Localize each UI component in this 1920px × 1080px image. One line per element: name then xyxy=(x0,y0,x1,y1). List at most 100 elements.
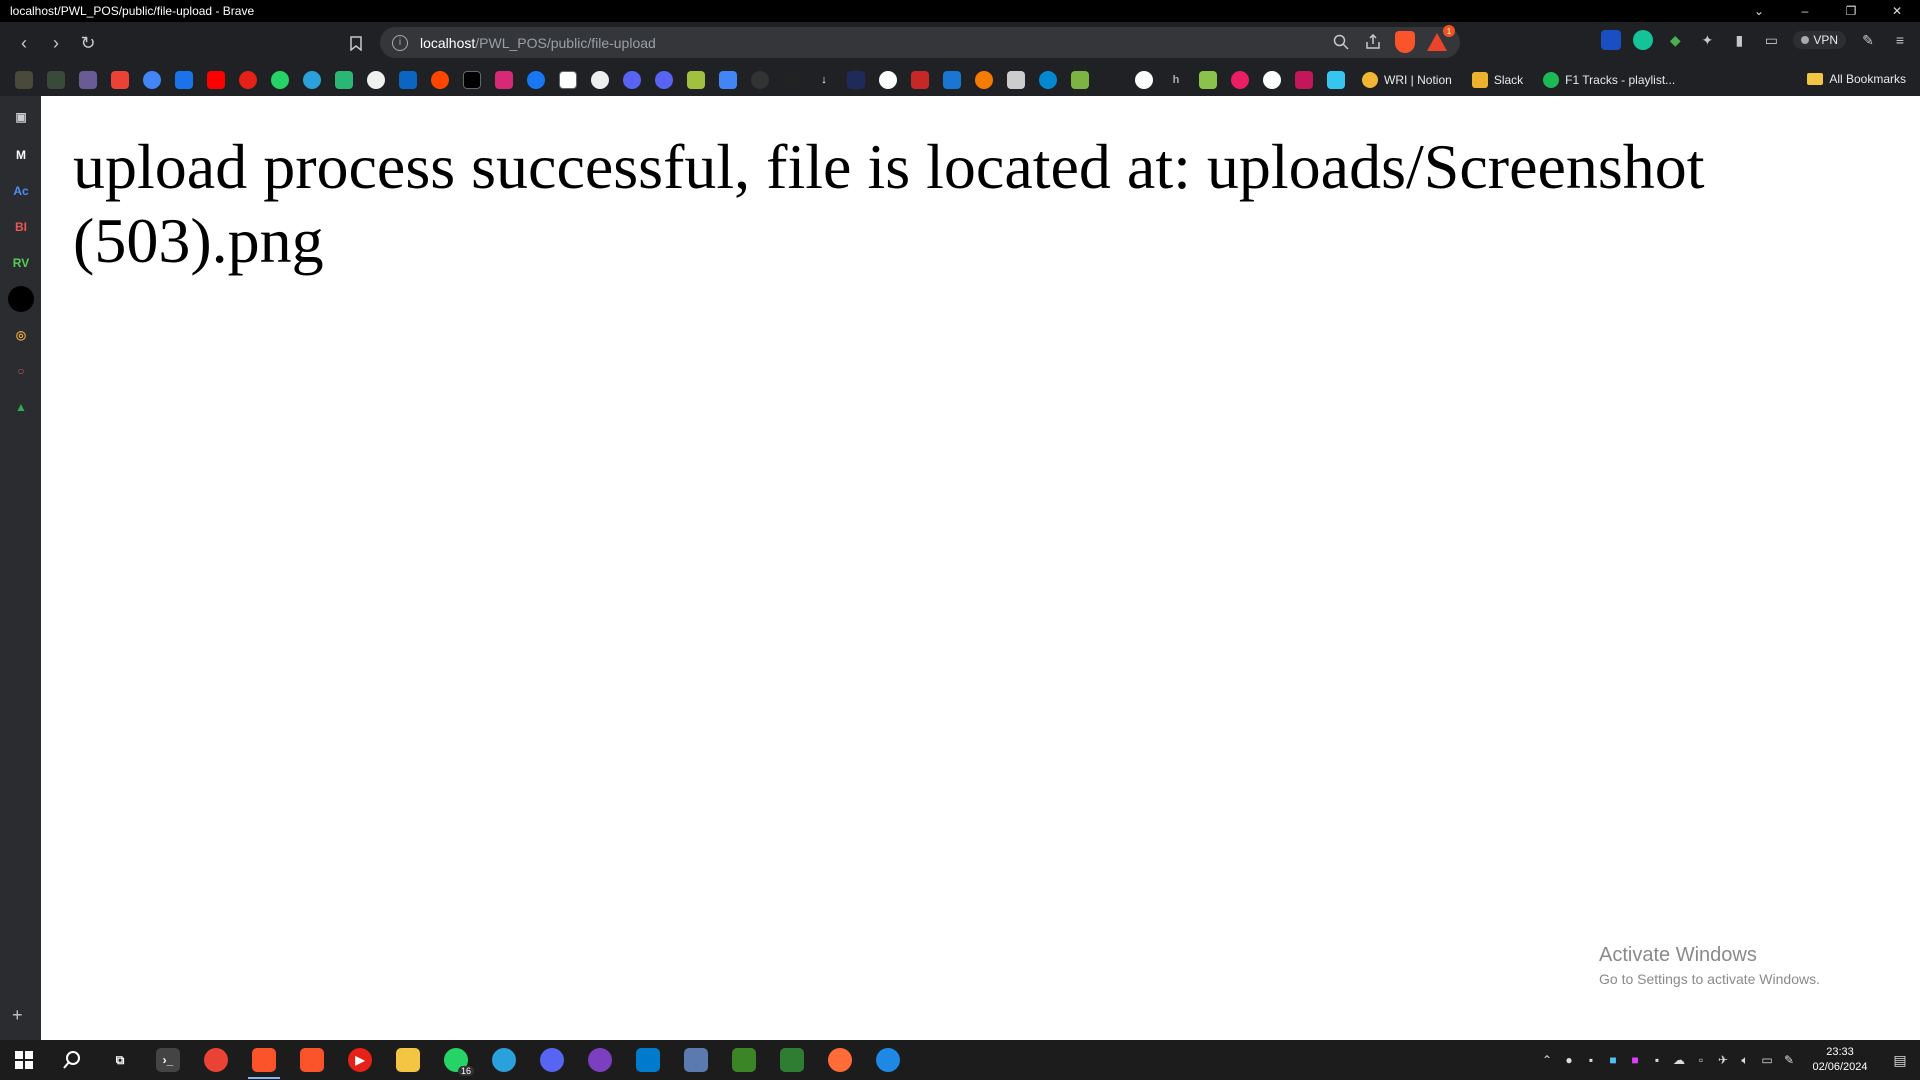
youtube-icon[interactable] xyxy=(207,71,225,89)
taskbar-app[interactable] xyxy=(768,1040,816,1080)
taskbar-brave-dev[interactable] xyxy=(240,1040,288,1080)
sidebar-item-rv[interactable]: RV xyxy=(8,250,34,276)
tray-icon[interactable]: ■ xyxy=(1602,1040,1624,1080)
notion-icon[interactable] xyxy=(559,71,577,89)
pen-icon[interactable]: ✎ xyxy=(1778,1040,1800,1080)
steam-icon[interactable]: ● xyxy=(1558,1040,1580,1080)
bookmark-favicon-icon[interactable] xyxy=(1231,71,1249,89)
youtube-music-icon[interactable] xyxy=(239,71,257,89)
bookmark-favicon-icon[interactable] xyxy=(911,71,929,89)
chess-icon[interactable] xyxy=(1071,71,1089,89)
google-icon[interactable] xyxy=(143,71,161,89)
bookmark-favicon-icon[interactable] xyxy=(783,71,801,89)
bookmark-favicon-icon[interactable] xyxy=(1103,71,1121,89)
onedrive-icon[interactable]: ☁ xyxy=(1668,1040,1690,1080)
taskbar-vscode[interactable] xyxy=(624,1040,672,1080)
tray-overflow-icon[interactable]: ⌃ xyxy=(1536,1040,1558,1080)
bookmark-favicon-icon[interactable] xyxy=(687,71,705,89)
taskbar-minecraft[interactable] xyxy=(720,1040,768,1080)
taskbar-youtube-music[interactable]: ▶ xyxy=(336,1040,384,1080)
github-icon[interactable] xyxy=(367,71,385,89)
clock[interactable]: 23:33 02/06/2024 xyxy=(1800,1045,1880,1075)
taskbar-app[interactable] xyxy=(672,1040,720,1080)
bookmark-favicon-icon[interactable] xyxy=(1199,71,1217,89)
wallet-icon[interactable]: ▭ xyxy=(1761,30,1781,50)
extension-leaf-icon[interactable]: ◆ xyxy=(1665,30,1685,50)
bookmark-favicon-icon[interactable] xyxy=(1263,71,1281,89)
sidebar-history-icon[interactable]: ◎ xyxy=(8,322,34,348)
sidebar-add-button[interactable]: + xyxy=(12,1005,23,1026)
close-button[interactable]: ✕ xyxy=(1874,0,1920,22)
task-view-button[interactable]: ⧉ xyxy=(96,1040,144,1080)
slack-icon[interactable] xyxy=(1327,71,1345,89)
all-bookmarks-button[interactable]: All Bookmarks xyxy=(1807,72,1906,86)
sidebar-globe-icon[interactable] xyxy=(8,286,34,312)
bookmark-favicon-icon[interactable] xyxy=(847,71,865,89)
brave-rewards-icon[interactable]: 1 xyxy=(1426,25,1455,53)
start-button[interactable] xyxy=(0,1040,48,1080)
reload-button[interactable]: ↻ xyxy=(72,27,104,59)
calendar-icon[interactable] xyxy=(175,71,193,89)
taskbar-app[interactable] xyxy=(864,1040,912,1080)
tab-search-chevron[interactable]: ⌄ xyxy=(1736,0,1782,22)
tray-icon[interactable]: ▪ xyxy=(1646,1040,1668,1080)
search-button[interactable] xyxy=(48,1040,96,1080)
brave-shields-icon[interactable] xyxy=(1394,31,1416,53)
minimize-button[interactable]: – xyxy=(1782,0,1828,22)
bookmark-favicon-icon[interactable] xyxy=(79,71,97,89)
sidebar-item-ac[interactable]: Ac xyxy=(8,178,34,204)
bitwarden-extension-icon[interactable] xyxy=(1601,30,1622,50)
bookmark-favicon-icon[interactable] xyxy=(879,71,897,89)
bookmark-favicon-icon[interactable] xyxy=(975,71,993,89)
zoom-icon[interactable] xyxy=(1330,31,1352,53)
bookmark-favicon-icon[interactable] xyxy=(751,71,769,89)
tray-icon[interactable]: ■ xyxy=(1624,1040,1646,1080)
grammarly-extension-icon[interactable] xyxy=(1633,30,1654,50)
bookmark-icon[interactable] xyxy=(340,27,372,59)
bookmark-favicon-icon[interactable] xyxy=(15,71,33,89)
translate-icon[interactable] xyxy=(719,71,737,89)
reddit-icon[interactable] xyxy=(431,71,449,89)
wifi-icon[interactable]: ✈ xyxy=(1712,1040,1734,1080)
taskbar-postman[interactable] xyxy=(816,1040,864,1080)
vpn-button[interactable]: VPN xyxy=(1793,31,1846,49)
sidebar-panel-icon[interactable]: ▣ xyxy=(8,104,34,130)
taskbar-telegram[interactable] xyxy=(480,1040,528,1080)
taskbar-discord[interactable] xyxy=(528,1040,576,1080)
sidebar-reading-icon[interactable]: ○ xyxy=(8,358,34,384)
bookmark-notion[interactable]: WRI | Notion xyxy=(1362,72,1452,88)
bookmark-favicon-icon[interactable] xyxy=(623,71,641,89)
bookmark-favicon-icon[interactable] xyxy=(1039,71,1057,89)
volume-icon[interactable]: 🔈︎ xyxy=(1734,1040,1756,1080)
gmail-icon[interactable] xyxy=(111,71,129,89)
telegram-icon[interactable] xyxy=(303,71,321,89)
taskbar-terminal[interactable]: ›_ xyxy=(144,1040,192,1080)
x-icon[interactable] xyxy=(463,71,481,89)
share-icon[interactable] xyxy=(1362,31,1384,53)
perplexity-icon[interactable] xyxy=(335,71,353,89)
taskbar-brave[interactable] xyxy=(288,1040,336,1080)
linkedin-icon[interactable] xyxy=(399,71,417,89)
leo-ai-icon[interactable]: ✎ xyxy=(1858,30,1878,50)
bookmark-favicon-icon[interactable] xyxy=(1135,71,1153,89)
taskbar-whatsapp[interactable]: 16 xyxy=(432,1040,480,1080)
address-bar[interactable]: i localhost/PWL_POS/public/file-upload 1 xyxy=(380,25,1460,58)
network-icon[interactable]: ▭ xyxy=(1756,1040,1778,1080)
whatsapp-icon[interactable] xyxy=(271,71,289,89)
instagram-icon[interactable] xyxy=(495,71,513,89)
bookmark-favicon-icon[interactable] xyxy=(1295,71,1313,89)
back-button[interactable]: ‹ xyxy=(8,27,40,59)
bookmark-favicon-icon[interactable] xyxy=(943,71,961,89)
site-info-icon[interactable]: i xyxy=(392,34,408,51)
bookmark-favicon-icon[interactable] xyxy=(1007,71,1025,89)
google-drive-icon[interactable]: ▲ xyxy=(8,394,34,420)
notification-icon[interactable]: ▤ xyxy=(1880,1040,1920,1080)
forward-button[interactable]: › xyxy=(40,27,72,59)
menu-icon[interactable]: ≡ xyxy=(1890,30,1910,50)
sidebar-item-bi[interactable]: BI xyxy=(8,214,34,240)
sidebar-item-m[interactable]: M xyxy=(8,142,34,168)
bookmark-f1-tracks[interactable]: F1 Tracks - playlist... xyxy=(1543,72,1675,88)
sidebar-toggle-icon[interactable]: ▮ xyxy=(1729,30,1749,50)
bookmark-favicon-icon[interactable] xyxy=(47,71,65,89)
discord-icon[interactable] xyxy=(655,71,673,89)
